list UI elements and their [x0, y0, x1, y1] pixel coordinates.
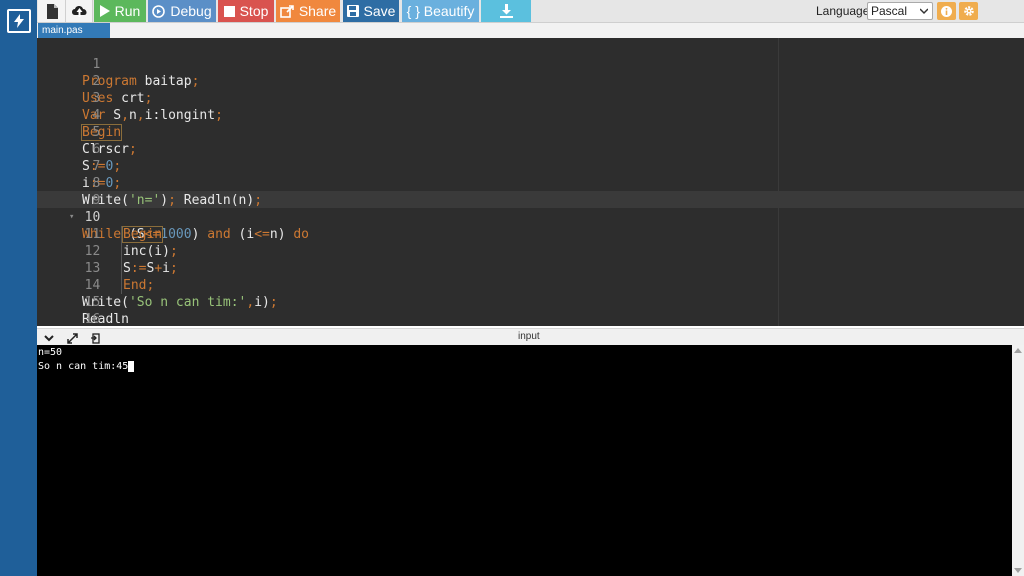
- share-icon: [280, 4, 294, 18]
- chevron-down-icon: [920, 8, 928, 15]
- output-panel-title: input: [518, 331, 540, 342]
- download-button[interactable]: [481, 0, 531, 22]
- debug-icon: [152, 4, 166, 18]
- line-number: 13: [84, 261, 101, 276]
- download-icon: [499, 4, 513, 18]
- code-editor[interactable]: 1 Program baitap; 2 Uses crt; 3 Var S,n,…: [37, 38, 1024, 326]
- run-button-label: Run: [114, 3, 141, 19]
- play-icon: [99, 5, 110, 17]
- code-line[interactable]: 11 inc(i);: [37, 209, 178, 260]
- output-line-last: So n can tim:45: [38, 360, 1012, 374]
- gear-icon: [963, 6, 974, 16]
- line-number: 3: [92, 91, 101, 106]
- lightning-logo-icon[interactable]: [7, 9, 31, 33]
- settings-button[interactable]: [959, 2, 978, 20]
- line-number: 14: [84, 278, 101, 293]
- line-number: 2: [92, 74, 101, 89]
- tab-main-pas[interactable]: main.pas: [38, 23, 110, 38]
- line-number: 15: [84, 295, 101, 310]
- debug-button-label: Debug: [170, 3, 212, 19]
- code-line[interactable]: 14 Write('So n can tim:',i);: [37, 260, 278, 310]
- collapse-chevron-icon[interactable]: [43, 332, 55, 344]
- language-selected-value: Pascal: [871, 4, 908, 18]
- language-label: Language: [816, 4, 870, 18]
- code-line[interactable]: 6 S:=0;: [37, 124, 121, 174]
- language-select[interactable]: Pascal: [867, 2, 933, 20]
- code-line-active[interactable]: 10 Begin: [37, 192, 164, 243]
- code-line[interactable]: 1 Program baitap;: [37, 39, 199, 89]
- debug-button[interactable]: Debug: [148, 0, 216, 22]
- run-button[interactable]: Run: [94, 0, 146, 22]
- stop-button[interactable]: Stop: [218, 0, 274, 22]
- code-line[interactable]: 2 Uses crt;: [37, 56, 152, 106]
- code-text: Write('n='); Readln(n);: [82, 193, 263, 208]
- code-line[interactable]: 12 S:=S+i;: [37, 226, 178, 277]
- line-number: 16: [84, 312, 101, 326]
- info-icon: [941, 5, 952, 17]
- file-icon: [46, 3, 58, 19]
- line-number: 12: [84, 244, 101, 259]
- line-number: 10: [84, 210, 101, 225]
- code-line[interactable]: 5 Clrscr;: [37, 107, 137, 157]
- output-line-text: So n can tim:45: [38, 361, 129, 372]
- scroll-up-arrow-icon[interactable]: [1014, 348, 1022, 353]
- code-line[interactable]: 15 Readln: [37, 277, 129, 326]
- code-line[interactable]: 9 ▾ While (S<=1000) and (i<=n) do: [37, 175, 309, 242]
- print-margin: [778, 38, 779, 326]
- share-button[interactable]: Share: [276, 0, 340, 22]
- code-line[interactable]: 7 i:=0;: [37, 141, 121, 191]
- pop-out-icon[interactable]: [89, 332, 101, 344]
- output-terminal[interactable]: n=50 So n can tim:45: [37, 345, 1012, 576]
- toolbar: Run Debug Stop Share Save { } Beautify L…: [37, 0, 1024, 23]
- code-line[interactable]: 8 Write('n='); Readln(n);: [37, 158, 262, 208]
- line-number: 5: [92, 125, 101, 140]
- save-button-label: Save: [363, 3, 396, 19]
- line-number: 6: [92, 142, 101, 157]
- beautify-button-label: { } Beautify: [406, 3, 475, 19]
- code-text: Write('So n can tim:',i);: [82, 295, 278, 310]
- code-line[interactable]: 13 End;: [37, 243, 154, 294]
- line-number: 11: [84, 227, 101, 242]
- line-number: 7: [92, 159, 101, 174]
- cloud-upload-icon: [71, 6, 87, 17]
- file-tab-bar: main.pas: [37, 23, 1024, 38]
- output-line: n=50: [38, 347, 63, 358]
- output-panel-header: input: [37, 328, 1024, 346]
- stop-button-label: Stop: [239, 3, 269, 19]
- share-button-label: Share: [298, 3, 337, 19]
- line-number: 1: [92, 57, 101, 72]
- terminal-cursor: [128, 360, 135, 372]
- new-file-button[interactable]: [38, 0, 66, 22]
- code-line[interactable]: 3 Var S,n,i:longint;: [37, 73, 223, 123]
- line-number: 8: [92, 176, 101, 191]
- scroll-down-arrow-icon[interactable]: [1014, 568, 1022, 573]
- info-button[interactable]: [937, 2, 956, 20]
- save-button[interactable]: Save: [343, 0, 399, 22]
- floppy-disk-icon: [346, 5, 359, 17]
- code-line[interactable]: 16 End.: [37, 294, 101, 326]
- expand-icon[interactable]: [66, 332, 78, 344]
- code-line[interactable]: 4 Begin: [37, 90, 123, 141]
- stop-icon: [223, 5, 235, 17]
- terminal-scrollbar[interactable]: [1012, 345, 1024, 576]
- upload-button[interactable]: [66, 0, 93, 22]
- line-number: 9: [92, 193, 101, 208]
- line-number: 4: [92, 108, 101, 123]
- code-text: Var S,n,i:longint;: [82, 108, 223, 123]
- sidebar: [0, 0, 37, 576]
- beautify-button[interactable]: { } Beautify: [402, 0, 479, 22]
